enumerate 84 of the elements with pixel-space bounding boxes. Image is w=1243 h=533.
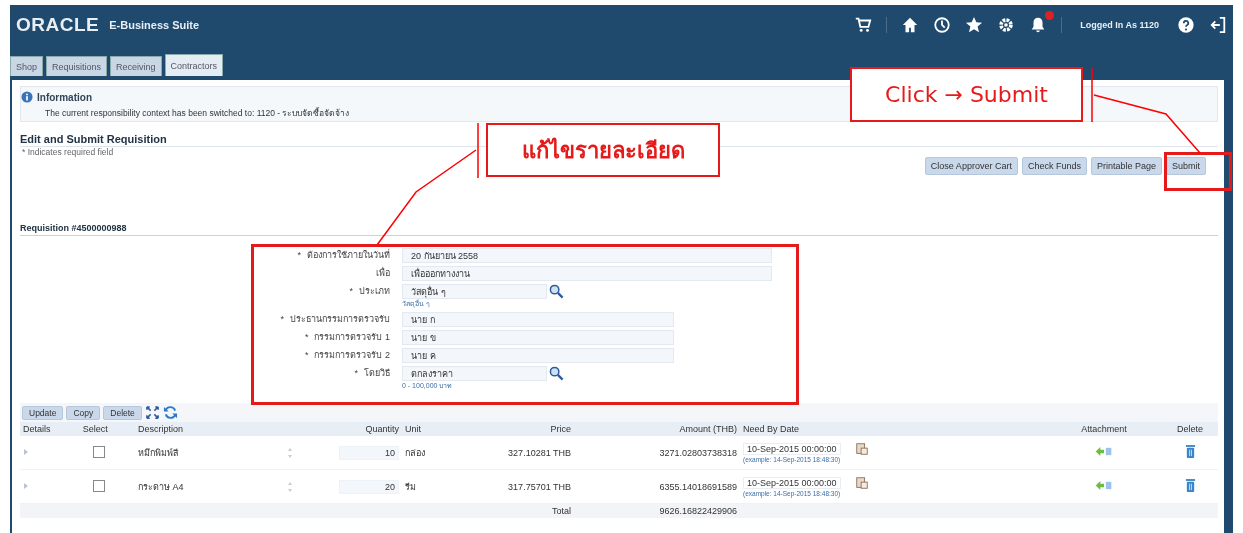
column-header: Attachment xyxy=(1046,422,1162,436)
tab[interactable]: Shop xyxy=(10,56,44,76)
input-field[interactable]: นาย ข xyxy=(402,330,674,345)
action-button[interactable]: Check Funds xyxy=(1021,157,1087,175)
toolbar-button[interactable]: Update xyxy=(22,405,64,420)
currency: THB xyxy=(553,481,571,492)
input-field[interactable]: ตกลงราคา xyxy=(402,366,547,381)
column-header: Amount (THB) xyxy=(574,422,740,436)
info-title: Information xyxy=(37,91,92,103)
field-label: ประธานกรรมการตรวจรับ xyxy=(290,313,390,326)
clock-icon[interactable] xyxy=(933,16,952,34)
star-icon[interactable] xyxy=(965,16,984,34)
action-button[interactable]: Submit xyxy=(1166,157,1206,175)
table-cell: 327.10281 xyxy=(508,447,551,458)
expand-icon[interactable] xyxy=(144,405,160,420)
column-header: Details xyxy=(20,422,80,436)
currency: THB xyxy=(553,447,571,458)
calendar-icon[interactable] xyxy=(854,476,869,490)
notification-badge xyxy=(1045,11,1055,20)
refresh-icon[interactable] xyxy=(162,405,178,420)
field-label: ประเภท xyxy=(359,285,390,298)
table-cell: รีม xyxy=(402,469,438,504)
action-button[interactable]: Printable Page xyxy=(1090,157,1162,175)
callout: Click → Submit xyxy=(850,67,1083,122)
quantity-field[interactable]: 10 xyxy=(339,445,399,460)
column-header: Select xyxy=(79,422,135,436)
required-mark: * xyxy=(354,367,358,380)
info-message: The current responsibility context has been switched to: 1120 - ระบบจัดซื้อจัดจ้าง xyxy=(44,106,351,120)
tab[interactable]: Receiving xyxy=(110,56,162,76)
logout-icon[interactable] xyxy=(1209,16,1227,34)
checkbox[interactable] xyxy=(92,445,105,458)
tab[interactable]: Contractors xyxy=(164,54,224,76)
date-field[interactable]: 10-Sep-2015 00:00:00 xyxy=(743,477,841,489)
oracle-logo: ORACLE xyxy=(16,14,100,36)
action-button[interactable]: Close Approver Cart xyxy=(924,157,1018,175)
toolbar-button[interactable]: Copy xyxy=(66,405,101,420)
column-header: Price xyxy=(438,422,574,436)
required-mark: * xyxy=(304,349,309,362)
table-cell: กล่อง xyxy=(402,436,438,470)
input-field[interactable]: นาย ก xyxy=(402,312,674,327)
cart-icon[interactable] xyxy=(854,16,873,34)
input-field[interactable]: 20 กันยายน 2558 xyxy=(402,248,772,263)
table-cell-text: หมึกพิมพ์สี xyxy=(138,446,178,460)
required-mark: * xyxy=(304,331,309,344)
table-cell: 317.75701 xyxy=(508,481,551,492)
highlight-frame xyxy=(1164,152,1232,191)
required-note: * Indicates required field xyxy=(21,147,114,157)
search-icon[interactable] xyxy=(549,284,564,299)
input-field[interactable]: วัสดุอื่น ๆ xyxy=(402,284,547,299)
trash-icon[interactable] xyxy=(1184,444,1196,459)
required-mark: * xyxy=(297,249,301,262)
table-cell: 3271.02803738318 xyxy=(574,436,740,470)
field-label: เพื่อ xyxy=(376,266,390,280)
calendar-icon[interactable] xyxy=(854,442,869,456)
product-name: E-Business Suite xyxy=(109,19,200,31)
date-field[interactable]: 10-Sep-2015 00:00:00 xyxy=(743,443,841,455)
settings-icon[interactable] xyxy=(997,16,1016,34)
input-field[interactable]: นาย ค xyxy=(402,348,674,363)
required-mark: * xyxy=(349,285,353,298)
field-label: กรรมการตรวจรับ 2 xyxy=(314,349,390,362)
column-header: Description xyxy=(135,422,306,436)
toolbar-button[interactable]: Delete xyxy=(103,405,142,420)
field-label: โดยวิธี xyxy=(364,367,390,380)
logged-in-user: Logged In As 1120 xyxy=(1079,20,1160,30)
required-mark: * xyxy=(280,313,284,326)
column-header: Unit xyxy=(402,422,438,436)
column-header: Delete xyxy=(1162,422,1218,436)
column-header: Quantity xyxy=(306,422,402,436)
field-label: ต้องการใช้ภายในวันที่ xyxy=(307,248,390,262)
table-cell: 6355.14018691589 xyxy=(574,469,740,504)
checkbox[interactable] xyxy=(92,479,105,492)
section-heading: Requisition #4500000988 xyxy=(20,223,1218,236)
resize-icon xyxy=(287,480,293,493)
quantity-field[interactable]: 20 xyxy=(339,479,399,494)
home-icon[interactable] xyxy=(901,16,920,34)
help-icon[interactable] xyxy=(1177,16,1195,34)
resize-icon xyxy=(287,446,293,459)
trash-icon[interactable] xyxy=(1184,478,1196,493)
tab[interactable]: Requisitions xyxy=(46,56,108,76)
column-header: Need By Date xyxy=(740,422,1046,436)
input-field[interactable]: เพื่อออกทางงาน xyxy=(402,266,772,281)
field-label: กรรมการตรวจรับ 1 xyxy=(314,331,390,344)
table-cell-text: กระดาษ A4 xyxy=(138,480,184,494)
search-icon[interactable] xyxy=(549,366,564,381)
